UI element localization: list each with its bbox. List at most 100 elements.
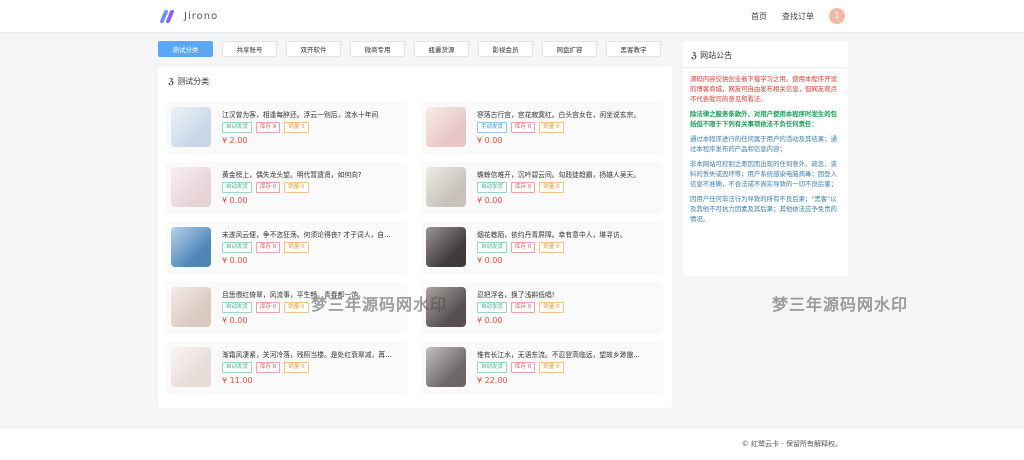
- stock-badge: 库存 0: [511, 122, 536, 133]
- delivery-type-badge: 自动发货: [222, 302, 253, 313]
- delivery-type-badge: 手动发货: [477, 122, 508, 133]
- tab-hacker-tutorials[interactable]: 黑客教学: [606, 41, 661, 57]
- delivery-type-badge: 自动发货: [222, 122, 253, 133]
- product-thumbnail[interactable]: [171, 167, 211, 207]
- sales-badge: 销量 0: [284, 242, 309, 253]
- notice-title-text: 网站公告: [700, 51, 733, 60]
- product-badges: 自动发货 库存 0 销量 0: [477, 302, 564, 313]
- delivery-type-badge: 自动发货: [477, 242, 508, 253]
- product-price: ¥ 0.00: [222, 256, 248, 265]
- product-title[interactable]: 江汉曾为客，相逢每醉还。浮云一别后，流水十年间: [222, 109, 404, 119]
- sales-badge: 销量 0: [539, 182, 564, 193]
- copyright-text: © 红鹭云卡 - 保留所有解释权。: [741, 440, 842, 448]
- product-card[interactable]: 黄金榜上，偶失龙头望。明代暂遗贤，如何向? 自动发货 库存 0 销量 0 ¥ 0.00: [166, 162, 408, 214]
- product-title[interactable]: 蟾蜍信难开，沉吟碧云间。勾践徒趋霸，扬雄人吴天。: [477, 169, 659, 179]
- product-price: ¥ 0.00: [222, 196, 248, 205]
- notice-paragraph-4: 非本网站可控制之原因而出现的任何意外、疏忽、资料的丢失或毁坏等；用户系统感染电脑…: [690, 160, 837, 188]
- product-card[interactable]: 寥落古行宫，宫花寂寞红。白头宫女在，闲坐说玄宗。 手动发货 库存 0 销量 0 ¥ 0.…: [421, 102, 663, 154]
- stock-badge: 库存 0: [511, 182, 536, 193]
- sales-badge: 销量 0: [284, 302, 309, 313]
- product-badges: 自动发货 库存 0 销量 0: [477, 362, 564, 373]
- product-title[interactable]: 忍把浮名，换了浅斟低唱!: [477, 289, 659, 299]
- product-price: ¥ 0.00: [477, 196, 503, 205]
- product-title[interactable]: 寥落古行宫，宫花寂寞红。白头宫女在，闲坐说玄宗。: [477, 109, 659, 119]
- product-card[interactable]: 江汉曾为客，相逢每醉还。浮云一别后，流水十年间 自动发货 库存 9 销量 3 ¥ 2.0…: [166, 102, 408, 154]
- tab-wechat-business[interactable]: 微商专用: [350, 41, 405, 57]
- category-tabs: 测试分类 共享账号 双开软件 微商专用 瓶囊货源 影视会员 网盘扩容 黑客教学: [158, 41, 661, 57]
- product-price: ¥ 0.00: [477, 136, 503, 145]
- product-badges: 自动发货 库存 0 销量 0: [222, 362, 309, 373]
- product-price: ¥ 0.00: [222, 316, 248, 325]
- delivery-type-badge: 自动发货: [222, 242, 253, 253]
- tab-supply[interactable]: 瓶囊货源: [414, 41, 469, 57]
- notice-card: ℨ 网站公告 源码内容仅供创业者下载学习之用。使用本程序开设的博客商城，网友可自…: [683, 41, 848, 276]
- stock-badge: 库存 0: [256, 182, 281, 193]
- delivery-type-badge: 自动发货: [477, 302, 508, 313]
- tab-shared-accounts[interactable]: 共享账号: [222, 41, 277, 57]
- user-avatar[interactable]: 1: [829, 8, 845, 24]
- brand-name: Jirono: [184, 10, 219, 22]
- notice-title: ℨ 网站公告: [691, 50, 732, 61]
- product-badges: 手动发货 库存 0 销量 0: [477, 122, 564, 133]
- product-list-card: ℨ 测试分类 江汉曾为客，相逢每醉还。浮云一别后，流水十年间 自动发货 库存 9 销量…: [158, 66, 672, 408]
- product-thumbnail[interactable]: [426, 227, 466, 267]
- section-title: ℨ 测试分类: [168, 76, 209, 87]
- product-thumbnail[interactable]: [426, 347, 466, 387]
- product-thumbnail[interactable]: [426, 107, 466, 147]
- product-card[interactable]: 惟有长江水，无语东流。不忍登高临远，望故乡渺邈... 自动发货 库存 0 销量 0 ¥ …: [421, 342, 663, 394]
- product-thumbnail[interactable]: [171, 107, 211, 147]
- notice-paragraph-3: 通过本程序进行的任何属于用户的活动及其结果；通过本程序发布的产品和信息内容；: [690, 135, 837, 153]
- sales-badge: 销量 0: [539, 362, 564, 373]
- nav-find-order-link[interactable]: 查找订单: [782, 11, 814, 22]
- product-title[interactable]: 黄金榜上，偶失龙头望。明代暂遗贤，如何向?: [222, 169, 404, 179]
- product-price: ¥ 22.00: [477, 376, 508, 385]
- stock-badge: 库存 0: [511, 242, 536, 253]
- product-title[interactable]: 未遂风云便，争不恣狂荡。何须论得丧? 才子词人，自...: [222, 229, 404, 239]
- watermark-text: 梦三年源码网水印: [311, 295, 448, 314]
- product-thumbnail[interactable]: [171, 227, 211, 267]
- product-card[interactable]: 忍把浮名，换了浅斟低唱! 自动发货 库存 0 销量 0 ¥ 0.00: [421, 282, 663, 334]
- product-thumbnail[interactable]: [171, 287, 211, 327]
- product-card[interactable]: 未遂风云便，争不恣狂荡。何须论得丧? 才子词人，自... 自动发货 库存 0 销量 0…: [166, 222, 408, 274]
- sales-badge: 销量 3: [284, 122, 309, 133]
- notice-body: 源码内容仅供创业者下载学习之用。使用本程序开设的博客商城，网友可自由发布相关信息…: [690, 74, 842, 229]
- sales-badge: 销量 0: [539, 242, 564, 253]
- product-thumbnail[interactable]: [426, 167, 466, 207]
- nav-home-link[interactable]: 首页: [751, 11, 767, 22]
- product-badges: 自动发货 库存 0 销量 0: [222, 182, 309, 193]
- product-card[interactable]: 蟾蜍信难开，沉吟碧云间。勾践徒趋霸，扬雄人吴天。 自动发货 库存 0 销量 0 ¥ 0.…: [421, 162, 663, 214]
- stock-badge: 库存 0: [511, 302, 536, 313]
- product-badges: 自动发货 库存 9 销量 3: [222, 122, 309, 133]
- product-price: ¥ 0.00: [477, 256, 503, 265]
- tab-video-vip[interactable]: 影视会员: [478, 41, 533, 57]
- page-footer: © 红鹭云卡 - 保留所有解释权。: [0, 427, 1024, 460]
- product-thumbnail[interactable]: [171, 347, 211, 387]
- tab-cloud-storage[interactable]: 网盘扩容: [542, 41, 597, 57]
- stock-badge: 库存 0: [256, 242, 281, 253]
- product-price: ¥ 2.00: [222, 136, 248, 145]
- product-badges: 自动发货 库存 0 销量 0: [477, 242, 564, 253]
- product-card[interactable]: 烟花巷陌，依约丹青屏障。幸有意中人，堪寻访。 自动发货 库存 0 销量 0 ¥ 0.00: [421, 222, 663, 274]
- product-badges: 自动发货 库存 0 销量 0: [222, 302, 309, 313]
- delivery-type-badge: 自动发货: [222, 362, 253, 373]
- product-badges: 自动发货 库存 0 销量 0: [477, 182, 564, 193]
- section-title-text: 测试分类: [177, 77, 210, 86]
- tab-dual-apps[interactable]: 双开软件: [286, 41, 341, 57]
- brand-logo-icon: [159, 9, 176, 23]
- notice-divider: [683, 67, 848, 68]
- brand-logo[interactable]: Jirono: [159, 8, 219, 24]
- product-badges: 自动发货 库存 0 销量 0: [222, 242, 309, 253]
- hash-icon: ℨ: [168, 77, 175, 86]
- notice-paragraph-1: 源码内容仅供创业者下载学习之用。使用本程序开设的博客商城，网友可自由发布相关信息…: [690, 75, 837, 103]
- delivery-type-badge: 自动发货: [477, 362, 508, 373]
- product-title[interactable]: 烟花巷陌，依约丹青屏障。幸有意中人，堪寻访。: [477, 229, 659, 239]
- product-card[interactable]: 渐霜风凄紧，关河冷落，残照当楼。是处红衰翠减，苒... 自动发货 库存 0 销量 0 ¥…: [166, 342, 408, 394]
- delivery-type-badge: 自动发货: [477, 182, 508, 193]
- stock-badge: 库存 0: [511, 362, 536, 373]
- product-title[interactable]: 渐霜风凄紧，关河冷落，残照当楼。是处红衰翠减，苒...: [222, 349, 404, 359]
- product-price: ¥ 11.00: [222, 376, 253, 385]
- product-title[interactable]: 惟有长江水，无语东流。不忍登高临远，望故乡渺邈...: [477, 349, 659, 359]
- tab-test-category[interactable]: 测试分类: [158, 41, 213, 57]
- sales-badge: 销量 0: [539, 122, 564, 133]
- top-navbar: Jirono 首页 查找订单 1: [0, 0, 1024, 33]
